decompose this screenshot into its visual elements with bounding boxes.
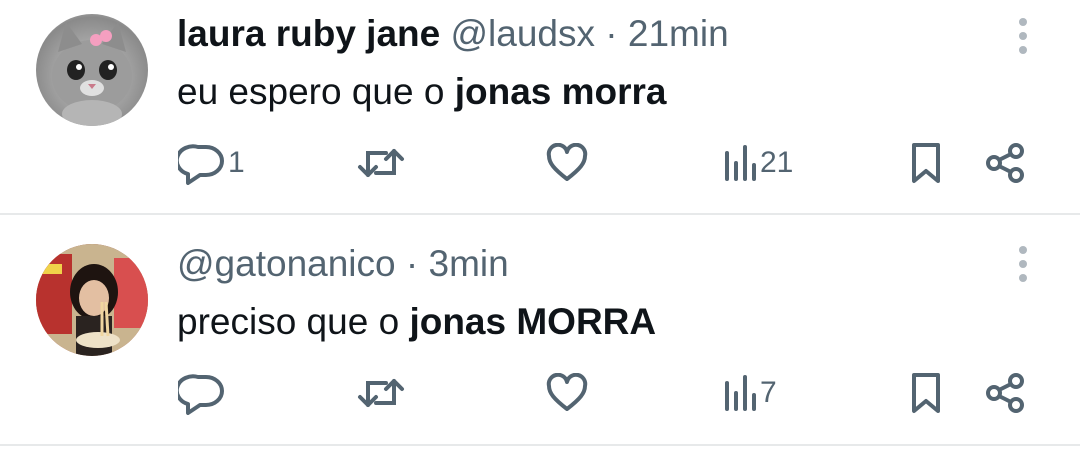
tweet-header: @gatonanico · 3min <box>177 242 509 286</box>
divider <box>0 444 1080 446</box>
separator-dot: · <box>605 13 618 54</box>
reply-count: 1 <box>228 146 245 179</box>
reply-button[interactable]: 1 <box>178 138 245 188</box>
user-handle[interactable]: @gatonanico <box>177 243 396 284</box>
share-icon <box>986 373 1024 413</box>
display-name[interactable]: laura ruby jane <box>177 13 440 54</box>
views-count: 7 <box>760 376 777 409</box>
share-icon <box>986 143 1024 183</box>
views-count: 21 <box>760 146 794 179</box>
tweet-text-bold: jonas morra <box>454 71 667 112</box>
avatar[interactable] <box>36 14 148 126</box>
retweet-button[interactable] <box>356 138 406 188</box>
action-bar: 1 21 <box>0 138 1080 188</box>
share-button[interactable] <box>984 138 1028 188</box>
user-handle[interactable]: @laudsx <box>451 13 596 54</box>
timestamp[interactable]: 21min <box>628 13 729 54</box>
bookmark-button[interactable] <box>906 368 946 418</box>
retweet-icon <box>358 149 404 177</box>
tweet-header: laura ruby jane @laudsx · 21min <box>177 12 729 56</box>
reply-icon <box>178 374 224 415</box>
avatar[interactable] <box>36 244 148 356</box>
tweet-text-prefix: preciso que o <box>177 301 410 342</box>
separator-dot: · <box>405 243 419 284</box>
views-button[interactable]: 7 <box>722 368 777 418</box>
reply-button[interactable] <box>178 368 228 418</box>
more-icon[interactable] <box>1013 16 1033 56</box>
views-button[interactable]: 21 <box>722 138 793 188</box>
tweet-text-bold: jonas MORRA <box>409 301 657 342</box>
tweet[interactable]: laura ruby jane @laudsx · 21min eu esper… <box>0 0 1080 214</box>
timestamp[interactable]: 3min <box>429 243 509 284</box>
bookmark-icon <box>912 143 940 183</box>
like-icon <box>546 373 588 411</box>
share-button[interactable] <box>984 368 1028 418</box>
more-icon[interactable] <box>1013 244 1033 284</box>
bookmark-icon <box>912 373 940 413</box>
tweet-text: preciso que o jonas MORRA <box>177 300 656 344</box>
tweet[interactable]: @gatonanico · 3min preciso que o jonas M… <box>0 214 1080 445</box>
tweet-text-prefix: eu espero que o <box>177 71 455 112</box>
reply-icon <box>178 144 224 185</box>
views-icon <box>725 145 756 181</box>
action-bar: 7 <box>0 368 1080 418</box>
bookmark-button[interactable] <box>906 138 946 188</box>
retweet-icon <box>358 379 404 407</box>
like-icon <box>546 143 588 181</box>
like-button[interactable] <box>546 368 588 418</box>
like-button[interactable] <box>546 138 588 188</box>
tweet-text: eu espero que o jonas morra <box>177 70 667 114</box>
views-icon <box>725 375 756 411</box>
retweet-button[interactable] <box>356 368 406 418</box>
